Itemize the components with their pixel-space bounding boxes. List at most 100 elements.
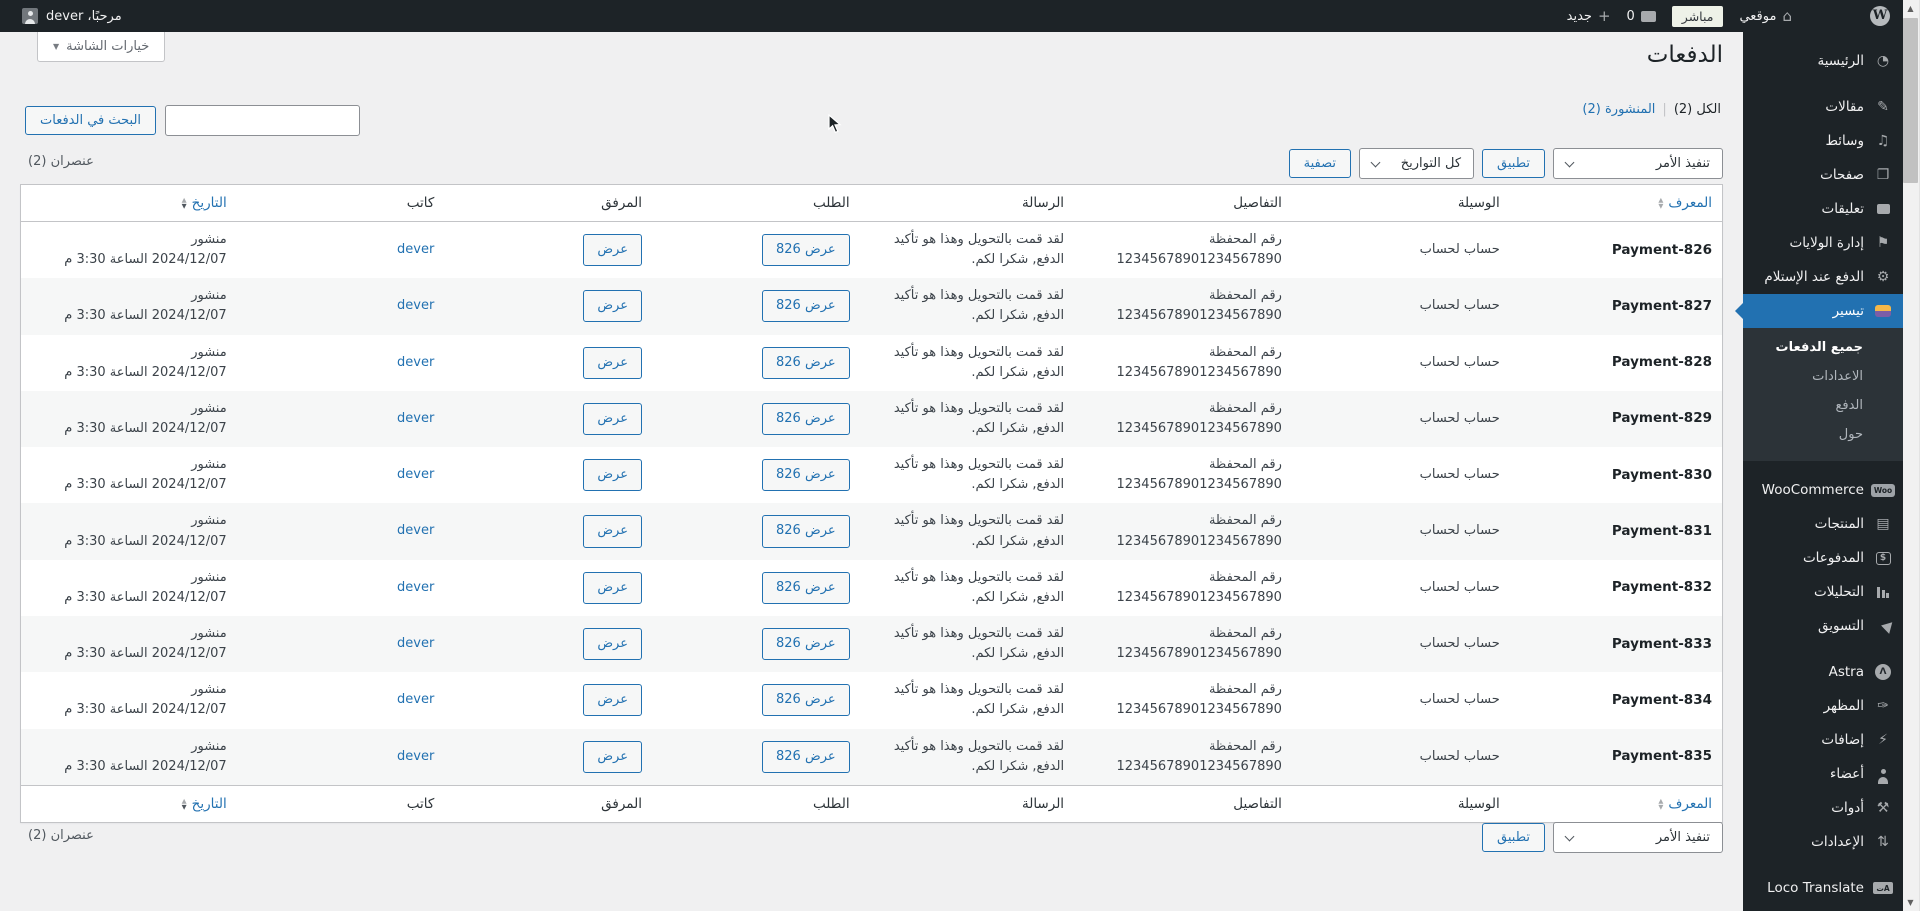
filter-button[interactable]: تصفية xyxy=(1288,148,1352,179)
submenu-all-payments[interactable]: جميع الدفعات xyxy=(1743,333,1903,362)
sidebar-item-label: تعليقات xyxy=(1821,201,1864,217)
payment-message-cell: لقد قمت بالتحويل وهذا هو تأكيد الدفع, شك… xyxy=(893,232,1065,268)
submenu-settings[interactable]: الاعدادات xyxy=(1743,362,1903,391)
view-attachment-button[interactable]: عرض xyxy=(583,459,642,492)
payment-id-cell: Payment-832 xyxy=(1611,579,1712,596)
sidebar-item-label: WooCommerce xyxy=(1761,482,1864,498)
view-order-button[interactable]: عرض 826 xyxy=(762,515,850,548)
sidebar-item-label: الدفع عند الإستلام xyxy=(1764,269,1864,285)
menu-separator xyxy=(1743,643,1903,655)
search-button[interactable]: البحث في الدفعات xyxy=(25,105,157,136)
view-attachment-button[interactable]: عرض xyxy=(583,740,642,773)
bulk-action-select[interactable]: تنفيذ الأمر xyxy=(1553,148,1723,179)
account-menu[interactable]: مرحبًا، dever xyxy=(22,8,122,24)
author-link[interactable]: dever xyxy=(397,580,434,595)
view-order-button[interactable]: عرض 826 xyxy=(762,346,850,379)
view-order-button[interactable]: عرض 826 xyxy=(762,740,850,773)
search-input[interactable] xyxy=(165,105,361,136)
author-link[interactable]: dever xyxy=(397,298,434,313)
sidebar-item-tools[interactable]: ⚒ أدوات xyxy=(1743,791,1903,825)
column-footer-date[interactable]: التاريخ ▲ ▼ xyxy=(20,784,237,823)
wordpress-logo-icon[interactable]: W xyxy=(1870,6,1890,26)
sidebar-item-marketing[interactable]: التسويق xyxy=(1743,609,1903,643)
sidebar-item-posts[interactable]: ✎ مقالات xyxy=(1743,90,1903,124)
apply-button[interactable]: تطبيق xyxy=(1482,148,1545,179)
bulk-actions-top: تنفيذ الأمر تطبيق كل التواريخ تصفية xyxy=(1288,148,1723,179)
view-attachment-button[interactable]: عرض xyxy=(583,571,642,604)
filter-published-link[interactable]: المنشورة (2) xyxy=(1582,102,1655,117)
sidebar-item-loco-translate[interactable]: Aت Loco Translate xyxy=(1743,871,1903,905)
scroll-down-arrow-icon[interactable]: ▼ xyxy=(1902,894,1919,911)
payment-id-cell: Payment-831 xyxy=(1611,522,1712,539)
gear-icon: ⚙ xyxy=(1876,269,1890,285)
sidebar-item-analytics[interactable]: التحليلات xyxy=(1743,575,1903,609)
view-attachment-button[interactable]: عرض xyxy=(583,684,642,717)
author-link[interactable]: dever xyxy=(397,467,434,482)
view-attachment-button[interactable]: عرض xyxy=(583,234,642,267)
sidebar-item-tayseer[interactable]: تيسير xyxy=(1743,294,1903,328)
scrollbar-thumb[interactable] xyxy=(1903,18,1918,183)
sidebar-item-astra[interactable]: Λ Astra xyxy=(1743,655,1903,689)
comments-link[interactable]: 0 xyxy=(1627,9,1656,24)
bulk-action-select-bottom[interactable]: تنفيذ الأمر xyxy=(1553,822,1723,853)
sidebar-item-cod[interactable]: ⚙ الدفع عند الإستلام xyxy=(1743,260,1903,294)
column-footer-id[interactable]: المعرف ▲ ▼ xyxy=(1509,784,1723,823)
sidebar-item-users[interactable]: أعضاء xyxy=(1743,757,1903,791)
sidebar-item-payments[interactable]: $ المدفوعات xyxy=(1743,541,1903,575)
submenu-about[interactable]: حول xyxy=(1743,420,1903,449)
column-header-date[interactable]: التاريخ ▲ ▼ xyxy=(20,184,237,222)
view-order-button[interactable]: عرض 826 xyxy=(762,402,850,436)
column-header-message: الرسالة xyxy=(859,184,1075,222)
sidebar-item-woocommerce[interactable]: Woo WooCommerce xyxy=(1743,473,1903,507)
payment-id-cell: Payment-833 xyxy=(1611,635,1712,652)
author-link[interactable]: dever xyxy=(397,411,434,426)
sidebar-item-media[interactable]: ♫ وسائط xyxy=(1743,124,1903,158)
payment-method-cell: حساب لحساب xyxy=(1419,242,1500,258)
author-link[interactable]: dever xyxy=(397,523,434,538)
bulk-action-value: تنفيذ الأمر xyxy=(1655,156,1710,171)
menu-separator xyxy=(1743,461,1903,473)
sidebar-item-comments[interactable]: تعليقات xyxy=(1743,192,1903,226)
view-order-button[interactable]: عرض 826 xyxy=(762,234,850,267)
sort-desc-icon: ▼ xyxy=(181,202,187,210)
new-content-link[interactable]: + جديد xyxy=(1566,8,1611,24)
table-row: Payment-832 حساب لحساب رقم المحفظة 12345… xyxy=(21,560,1723,616)
sidebar-item-plugins[interactable]: ⚡ إضافات xyxy=(1743,723,1903,757)
sidebar-item-dashboard[interactable]: ◔ الرئيسية xyxy=(1743,44,1903,78)
sidebar-item-products[interactable]: ▤ المنتجات xyxy=(1743,507,1903,541)
author-cell: dever xyxy=(237,447,445,503)
view-order-button[interactable]: عرض 826 xyxy=(762,459,850,492)
apply-button-bottom[interactable]: تطبيق xyxy=(1482,822,1545,853)
my-site-link[interactable]: ⌂ موقعي xyxy=(1739,8,1792,24)
scroll-up-arrow-icon[interactable]: ▲ xyxy=(1902,0,1919,17)
sidebar-item-settings[interactable]: ⇅ الإعدادات xyxy=(1743,825,1903,859)
view-attachment-button[interactable]: عرض xyxy=(583,290,642,323)
new-label: جديد xyxy=(1566,8,1592,24)
view-attachment-button[interactable]: عرض xyxy=(583,402,642,436)
dates-filter-select[interactable]: كل التواريخ xyxy=(1359,148,1475,179)
sidebar-item-pages[interactable]: ❐ صفحات xyxy=(1743,158,1903,192)
browser-scrollbar[interactable]: ▲ ▼ xyxy=(1903,0,1920,911)
live-badge[interactable]: مباشر xyxy=(1671,5,1724,27)
sidebar-item-states[interactable]: ⚑ إدارة الولايات xyxy=(1743,226,1903,260)
view-order-button[interactable]: عرض 826 xyxy=(762,628,850,661)
author-link[interactable]: dever xyxy=(397,692,434,707)
view-attachment-button[interactable]: عرض xyxy=(583,628,642,661)
view-order-button[interactable]: عرض 826 xyxy=(762,290,850,323)
column-header-details: التفاصيل xyxy=(1074,184,1292,222)
submenu-payment[interactable]: الدفع xyxy=(1743,391,1903,420)
view-attachment-button[interactable]: عرض xyxy=(583,346,642,379)
view-order-button[interactable]: عرض 826 xyxy=(762,684,850,717)
wrench-icon: ⚒ xyxy=(1876,800,1890,816)
author-link[interactable]: dever xyxy=(397,749,434,764)
author-link[interactable]: dever xyxy=(397,242,434,257)
view-order-button[interactable]: عرض 826 xyxy=(762,571,850,604)
author-link[interactable]: dever xyxy=(397,355,434,370)
sidebar-item-label: إدارة الولايات xyxy=(1789,235,1864,251)
sidebar-item-appearance[interactable]: ✑ المظهر xyxy=(1743,689,1903,723)
author-link[interactable]: dever xyxy=(397,636,434,651)
screen-options-button[interactable]: خيارات الشاشة ▼ xyxy=(37,32,166,62)
column-header-id[interactable]: المعرف ▲ ▼ xyxy=(1509,184,1723,222)
view-attachment-button[interactable]: عرض xyxy=(583,515,642,548)
filter-all-link[interactable]: الكل (2) xyxy=(1674,102,1721,117)
